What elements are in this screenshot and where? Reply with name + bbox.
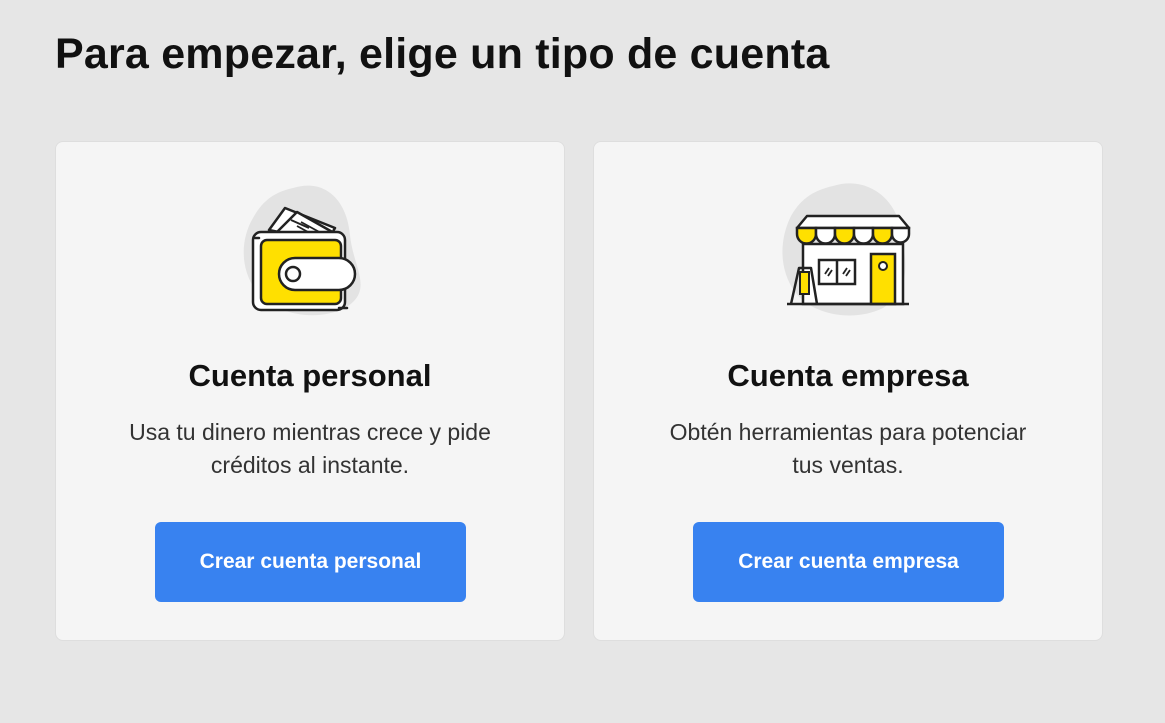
business-account-card: Cuenta empresa Obtén herramientas para p… — [593, 141, 1103, 641]
create-personal-account-button[interactable]: Crear cuenta personal — [155, 522, 466, 602]
store-icon — [773, 180, 923, 320]
card-title: Cuenta empresa — [727, 358, 969, 393]
personal-account-card: Cuenta personal Usa tu dinero mientras c… — [55, 141, 565, 641]
card-title: Cuenta personal — [188, 358, 432, 393]
wallet-icon — [235, 180, 385, 320]
card-description: Obtén herramientas para potenciar tus ve… — [669, 419, 1027, 478]
create-business-account-button[interactable]: Crear cuenta empresa — [693, 522, 1004, 602]
page-title: Para empezar, elige un tipo de cuenta — [55, 30, 830, 78]
card-description: Usa tu dinero mientras crece y pide créd… — [129, 419, 491, 478]
